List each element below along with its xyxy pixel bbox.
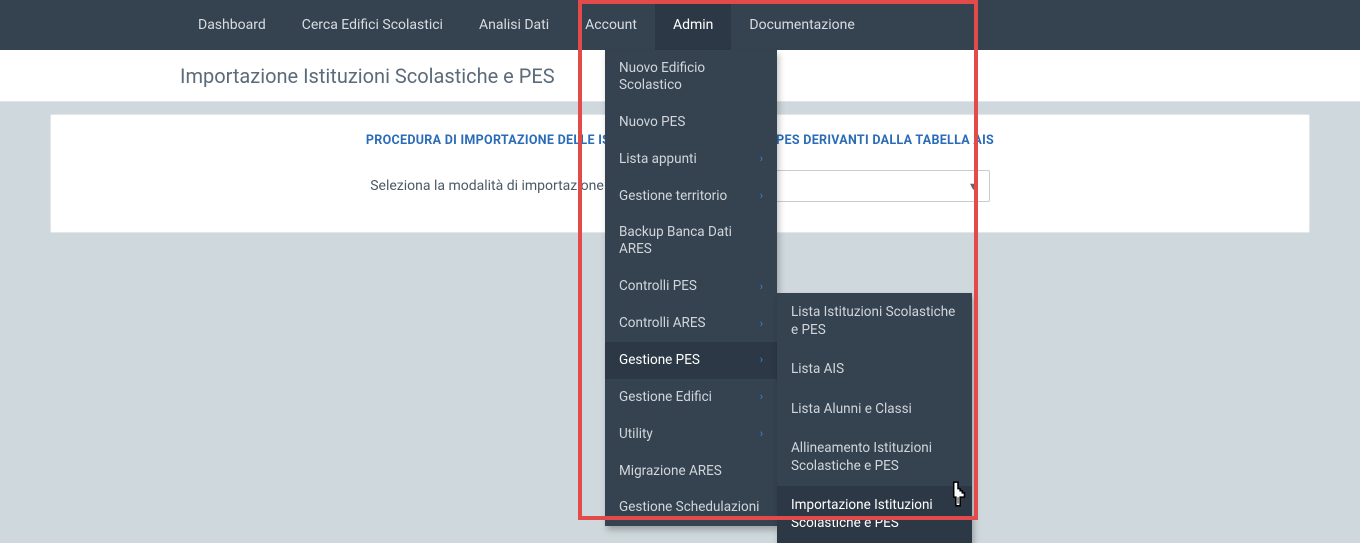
chevron-right-icon: › bbox=[760, 317, 763, 331]
menu-lista-appunti[interactable]: Lista appunti › bbox=[605, 141, 777, 178]
menu-label: Nuovo PES bbox=[619, 114, 685, 131]
submenu-lista-istituzioni[interactable]: Lista Istituzioni Scolastiche e PES bbox=[777, 293, 972, 350]
nav-cerca-edifici[interactable]: Cerca Edifici Scolastici bbox=[284, 0, 461, 50]
submenu-lista-ais[interactable]: Lista AIS bbox=[777, 350, 972, 390]
submenu-importazione[interactable]: Importazione Istituzioni Scolastiche e P… bbox=[777, 486, 972, 543]
chevron-right-icon: › bbox=[760, 390, 763, 404]
nav-dashboard[interactable]: Dashboard bbox=[180, 0, 284, 50]
menu-label: Utility bbox=[619, 426, 653, 443]
submenu-allineamento[interactable]: Allineamento Istituzioni Scolastiche e P… bbox=[777, 429, 972, 486]
menu-gestione-pes[interactable]: Gestione PES › bbox=[605, 342, 777, 379]
chevron-right-icon: › bbox=[760, 353, 763, 367]
chevron-right-icon: › bbox=[760, 189, 763, 203]
chevron-right-icon: › bbox=[760, 152, 763, 166]
menu-nuovo-pes[interactable]: Nuovo PES bbox=[605, 104, 777, 141]
menu-gestione-edifici[interactable]: Gestione Edifici › bbox=[605, 379, 777, 416]
admin-dropdown: Nuovo Edificio Scolastico Nuovo PES List… bbox=[605, 50, 777, 526]
menu-label: Gestione Schedulazioni bbox=[619, 499, 759, 516]
menu-label: Gestione PES bbox=[619, 352, 700, 369]
menu-controlli-ares[interactable]: Controlli ARES › bbox=[605, 305, 777, 342]
menu-utility[interactable]: Utility › bbox=[605, 416, 777, 453]
nav-documentazione[interactable]: Documentazione bbox=[731, 0, 872, 50]
menu-backup-banca-dati[interactable]: Backup Banca Dati ARES bbox=[605, 214, 777, 268]
chevron-right-icon: › bbox=[760, 427, 763, 441]
chevron-right-icon: › bbox=[760, 280, 763, 294]
menu-label: Gestione territorio bbox=[619, 188, 727, 205]
nav-analisi-dati[interactable]: Analisi Dati bbox=[461, 0, 567, 50]
import-mode-label: Seleziona la modalità di importazione bbox=[370, 178, 604, 194]
menu-label: Lista appunti bbox=[619, 151, 697, 168]
menu-controlli-pes[interactable]: Controlli PES › bbox=[605, 268, 777, 305]
gestione-pes-submenu: Lista Istituzioni Scolastiche e PES List… bbox=[777, 293, 972, 543]
menu-label: Controlli PES bbox=[619, 278, 697, 295]
menu-label: Nuovo Edificio Scolastico bbox=[619, 60, 763, 94]
menu-gestione-territorio[interactable]: Gestione territorio › bbox=[605, 178, 777, 215]
submenu-lista-alunni[interactable]: Lista Alunni e Classi bbox=[777, 390, 972, 430]
top-navbar: Dashboard Cerca Edifici Scolastici Anali… bbox=[0, 0, 1360, 50]
menu-label: Controlli ARES bbox=[619, 315, 706, 332]
menu-label: Migrazione ARES bbox=[619, 463, 722, 480]
nav-account[interactable]: Account bbox=[567, 0, 655, 50]
page-title: Importazione Istituzioni Scolastiche e P… bbox=[180, 64, 555, 88]
menu-gestione-schedulazioni[interactable]: Gestione Schedulazioni bbox=[605, 489, 777, 526]
chevron-down-icon: ▼ bbox=[968, 180, 979, 193]
menu-label: Gestione Edifici bbox=[619, 389, 712, 406]
menu-label: Backup Banca Dati ARES bbox=[619, 224, 763, 258]
nav-admin[interactable]: Admin bbox=[655, 0, 731, 50]
menu-nuovo-edificio[interactable]: Nuovo Edificio Scolastico bbox=[605, 50, 777, 104]
menu-migrazione-ares[interactable]: Migrazione ARES bbox=[605, 453, 777, 490]
